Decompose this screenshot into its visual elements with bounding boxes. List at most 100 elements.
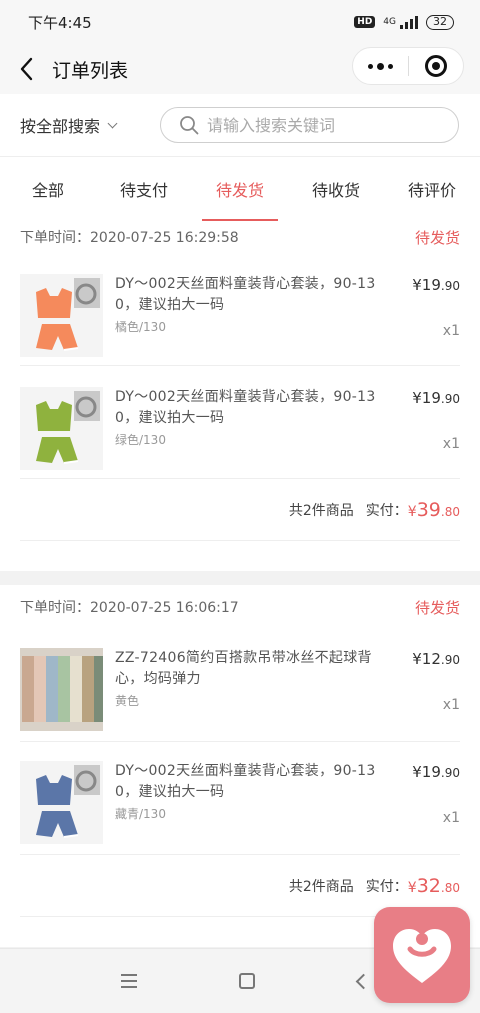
currency-symbol: ¥ (407, 503, 417, 520)
nav-bar: 订单列表 (0, 44, 480, 94)
order-item[interactable]: ZZ-72406简约百搭款吊带冰丝不起球背心，均码弹力 黄色 ¥12.90 x1 (20, 629, 460, 742)
item-spec: 藏青/130 (115, 807, 166, 821)
price-decimal: .90 (440, 766, 460, 780)
order-footer-space (20, 541, 460, 571)
back-icon[interactable] (355, 973, 372, 989)
order-list: 下单时间：2020-07-25 16:29:58 待发货 DY～002天丝面料童… (0, 221, 480, 948)
search-scope-dropdown[interactable]: 按全部搜索 (0, 113, 160, 137)
item-title: DY～002天丝面料童装背心套装，90-130，建议拍大一码 (115, 276, 376, 313)
tank-tops-image (20, 648, 103, 731)
heart-person-icon (393, 929, 451, 983)
kids-vest-set-image (20, 761, 103, 844)
chevron-left-icon (20, 57, 33, 81)
tab-pending-shipment[interactable]: 待发货 (192, 157, 288, 221)
floating-service-button[interactable] (374, 907, 470, 1003)
item-title: DY～002天丝面料童装背心套装，90-130，建议拍大一码 (115, 389, 376, 426)
signal-icon (400, 15, 418, 29)
more-dot-center (376, 62, 384, 70)
order-card[interactable]: 下单时间：2020-07-25 16:06:17 待发货 ZZ-72406简约百… (0, 585, 480, 947)
chevron-down-icon (107, 118, 118, 128)
order-time: 下单时间：2020-07-25 16:29:58 (20, 230, 239, 246)
currency-symbol: ¥ (407, 879, 417, 896)
item-price: ¥19.90 (412, 763, 460, 781)
order-status: 待发货 (414, 228, 460, 247)
total-decimal: .80 (440, 880, 460, 895)
network-type: 4G (383, 17, 396, 27)
search-input[interactable] (207, 115, 437, 135)
order-total: ¥32.80 (408, 875, 460, 897)
paid-label: 实付： (365, 502, 408, 519)
order-separator (0, 571, 480, 585)
item-info: DY～002天丝面料童装背心套装，90-130，建议拍大一码 橘色/130 (115, 274, 387, 335)
price-decimal: .90 (440, 392, 460, 406)
order-header: 下单时间：2020-07-25 16:29:58 待发货 (20, 221, 460, 253)
kids-vest-set-image (20, 274, 103, 357)
product-thumbnail (20, 648, 103, 731)
total-integer: 39 (416, 498, 441, 521)
tab-pending-receipt[interactable]: 待收货 (288, 157, 384, 221)
item-info: DY～002天丝面料童装背心套装，90-130，建议拍大一码 藏青/130 (115, 761, 387, 822)
order-item[interactable]: DY～002天丝面料童装背心套装，90-130，建议拍大一码 橘色/130 ¥1… (20, 253, 460, 366)
order-status-tabs: 全部 待支付 待发货 待收货 待评价 (0, 157, 480, 221)
search-icon (180, 116, 199, 135)
close-mini-program-button[interactable] (408, 48, 463, 84)
menu-icon[interactable] (121, 974, 138, 988)
item-spec: 黄色 (115, 694, 140, 708)
item-quantity: x1 (442, 436, 460, 452)
item-spec: 绿色/130 (115, 433, 166, 447)
mini-program-capsule (352, 47, 464, 85)
price-integer: ¥19 (412, 763, 441, 781)
status-bar: 下午4:45 HD 4G 32 (0, 0, 480, 44)
item-info: DY～002天丝面料童装背心套装，90-130，建议拍大一码 绿色/130 (115, 387, 387, 448)
battery-indicator: 32 (426, 14, 454, 30)
item-quantity: x1 (442, 697, 460, 713)
more-dots-icon (367, 63, 373, 69)
total-integer: 32 (416, 874, 441, 897)
order-item[interactable]: DY～002天丝面料童装背心套装，90-130，建议拍大一码 藏青/130 ¥1… (20, 742, 460, 855)
order-time: 下单时间：2020-07-25 16:06:17 (20, 600, 239, 616)
item-quantity: x1 (442, 810, 460, 826)
order-card[interactable]: 下单时间：2020-07-25 16:29:58 待发货 DY～002天丝面料童… (0, 221, 480, 571)
price-integer: ¥19 (412, 389, 441, 407)
order-summary: 共2件商品 实付： ¥39.80 (20, 479, 460, 541)
more-dot-right (387, 63, 393, 69)
search-scope-label: 按全部搜索 (20, 117, 101, 136)
search-bar: 按全部搜索 (0, 94, 480, 157)
item-count: 共2件商品 (288, 502, 354, 519)
order-header: 下单时间：2020-07-25 16:06:17 待发货 (20, 585, 460, 629)
product-thumbnail (20, 274, 103, 357)
back-button[interactable] (0, 44, 52, 94)
item-quantity: x1 (442, 323, 460, 339)
page-title: 订单列表 (52, 59, 129, 82)
search-box[interactable] (160, 107, 459, 143)
tab-pending-review[interactable]: 待评价 (384, 157, 480, 221)
paid-label: 实付： (365, 878, 408, 895)
product-thumbnail (20, 387, 103, 470)
status-icons: HD 4G 32 (354, 14, 454, 30)
product-thumbnail (20, 761, 103, 844)
item-price: ¥19.90 (412, 276, 460, 294)
item-title: DY～002天丝面料童装背心套装，90-130，建议拍大一码 (115, 763, 376, 800)
hd-badge: HD (354, 16, 376, 28)
status-time: 下午4:45 (28, 13, 92, 32)
more-button[interactable] (353, 48, 408, 84)
total-decimal: .80 (440, 504, 460, 519)
item-count: 共2件商品 (288, 878, 354, 895)
order-total: ¥39.80 (408, 499, 460, 521)
price-decimal: .90 (440, 653, 460, 667)
item-title: ZZ-72406简约百搭款吊带冰丝不起球背心，均码弹力 (115, 650, 372, 687)
tab-all[interactable]: 全部 (0, 157, 96, 221)
target-close-icon (424, 55, 447, 77)
kids-vest-set-image (20, 387, 103, 470)
tab-pending-payment[interactable]: 待支付 (96, 157, 192, 221)
order-status: 待发货 (414, 598, 460, 617)
order-item[interactable]: DY～002天丝面料童装背心套装，90-130，建议拍大一码 绿色/130 ¥1… (20, 366, 460, 479)
price-integer: ¥12 (412, 650, 441, 668)
price-integer: ¥19 (412, 276, 441, 294)
item-price: ¥19.90 (412, 389, 460, 407)
item-price: ¥12.90 (412, 650, 460, 668)
item-spec: 橘色/130 (115, 320, 166, 334)
home-icon[interactable] (239, 973, 256, 989)
price-decimal: .90 (440, 279, 460, 293)
item-info: ZZ-72406简约百搭款吊带冰丝不起球背心，均码弹力 黄色 (115, 648, 387, 709)
